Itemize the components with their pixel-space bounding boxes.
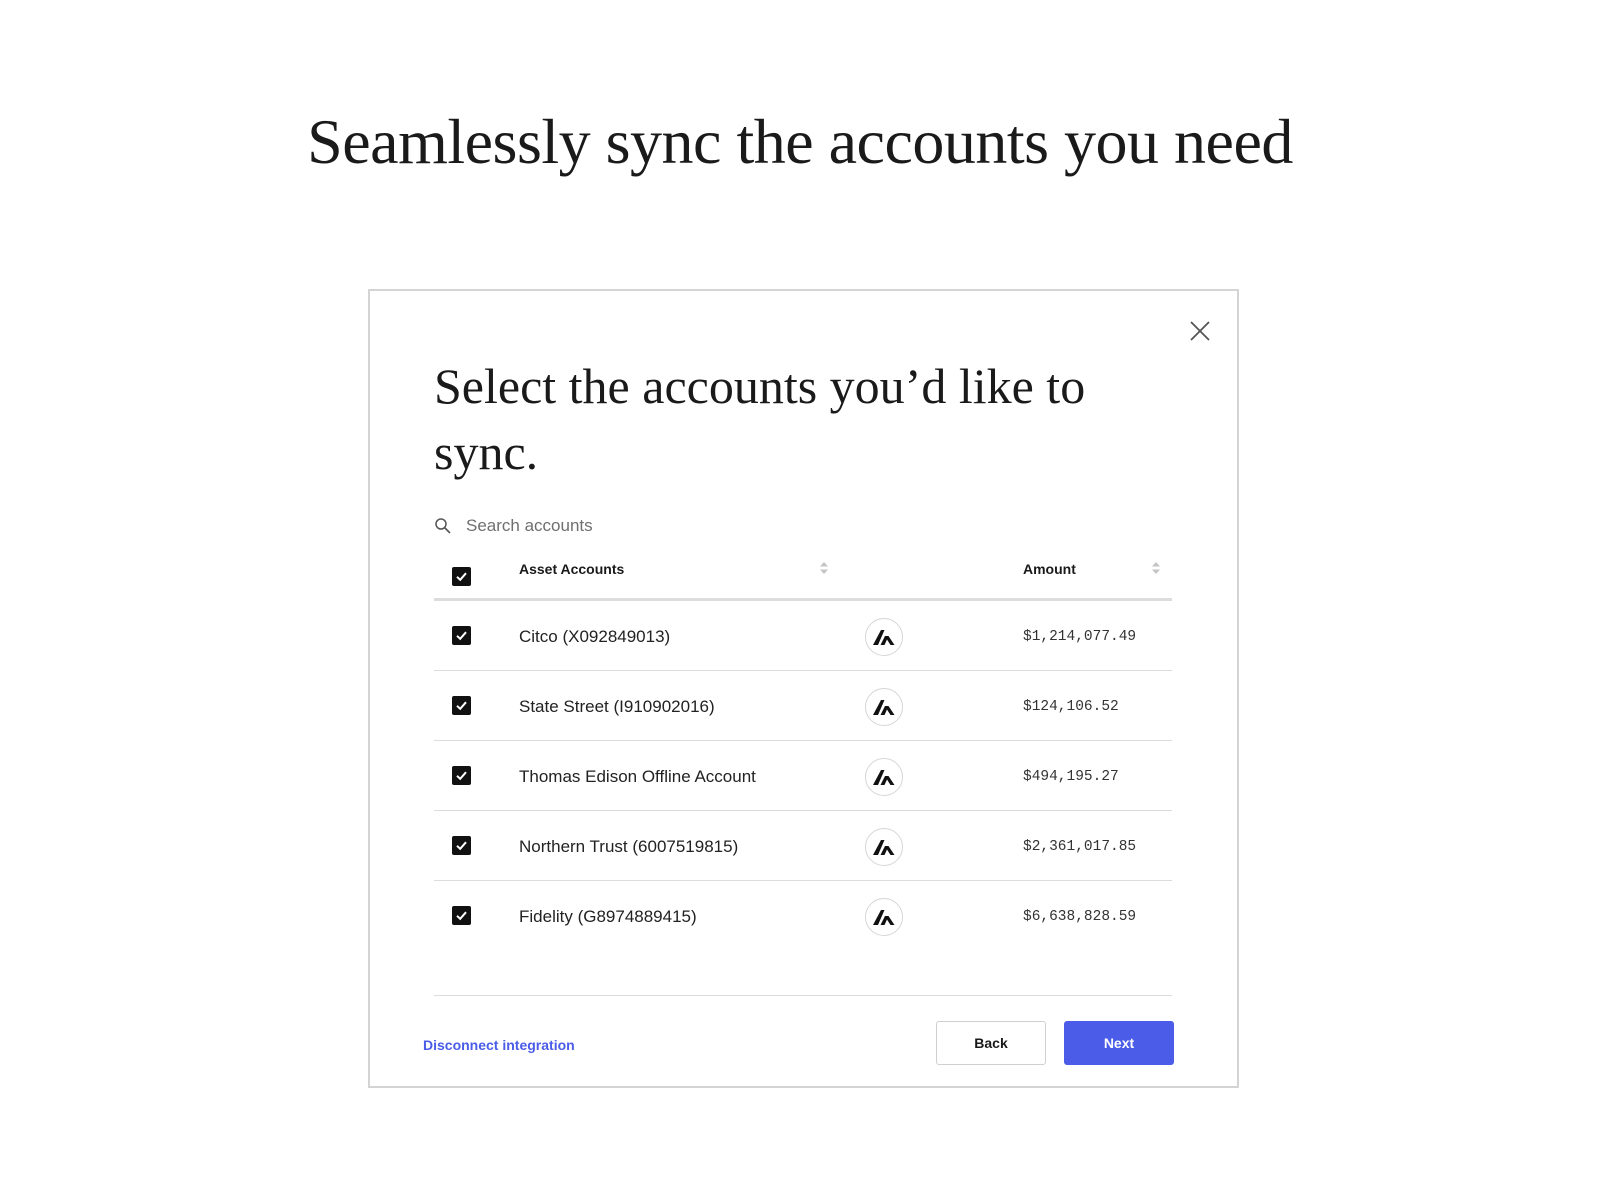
account-name: Northern Trust (6007519815) (519, 837, 739, 856)
table-body: Citco (X092849013) $1,214,077.49 State S… (434, 601, 1172, 951)
account-name: State Street (I910902016) (519, 697, 715, 716)
row-checkbox[interactable] (452, 696, 471, 715)
table-row[interactable]: Citco (X092849013) $1,214,077.49 (434, 601, 1172, 671)
account-amount: $1,214,077.49 (1023, 629, 1137, 645)
close-icon[interactable] (1188, 319, 1212, 343)
page-headline: Seamlessly sync the accounts you need (307, 106, 1293, 177)
account-name: Fidelity (G8974889415) (519, 907, 697, 926)
checkmark-icon (456, 911, 467, 921)
disconnect-integration-link[interactable]: Disconnect integration (423, 1037, 575, 1053)
table-row[interactable]: Fidelity (G8974889415) $6,638,828.59 (434, 881, 1172, 951)
row-checkbox[interactable] (452, 906, 471, 925)
column-header-asset-accounts[interactable]: Asset Accounts (519, 561, 624, 577)
account-amount: $2,361,017.85 (1023, 839, 1137, 855)
row-checkbox[interactable] (452, 836, 471, 855)
back-button[interactable]: Back (936, 1021, 1046, 1065)
checkmark-icon (456, 701, 467, 711)
search-icon (434, 517, 452, 535)
account-amount: $494,195.27 (1023, 769, 1119, 785)
sort-icon[interactable] (1151, 560, 1161, 576)
footer-divider (434, 995, 1172, 996)
account-amount: $124,106.52 (1023, 699, 1119, 715)
table-row[interactable]: Northern Trust (6007519815) $2,361,017.8… (434, 811, 1172, 881)
accounts-table: Asset Accounts Amount Citco (X092849013)… (434, 551, 1172, 951)
integration-logo-icon (865, 688, 903, 726)
table-row[interactable]: Thomas Edison Offline Account $494,195.2… (434, 741, 1172, 811)
checkmark-icon (456, 841, 467, 851)
search-bar (434, 511, 854, 541)
integration-logo-icon (865, 758, 903, 796)
account-name: Citco (X092849013) (519, 627, 671, 646)
table-header: Asset Accounts Amount (434, 551, 1172, 601)
row-checkbox[interactable] (452, 766, 471, 785)
sort-icon[interactable] (819, 560, 829, 576)
integration-logo-icon (865, 618, 903, 656)
integration-logo-icon (865, 828, 903, 866)
integration-logo-icon (865, 898, 903, 936)
checkmark-icon (456, 572, 467, 582)
select-all-checkbox[interactable] (452, 567, 471, 586)
search-input[interactable] (466, 516, 826, 536)
next-button[interactable]: Next (1064, 1021, 1174, 1065)
account-name: Thomas Edison Offline Account (519, 767, 756, 786)
account-amount: $6,638,828.59 (1023, 909, 1137, 925)
modal-title: Select the accounts you’d like to sync. (434, 358, 1086, 480)
checkmark-icon (456, 631, 467, 641)
table-row[interactable]: State Street (I910902016) $124,106.52 (434, 671, 1172, 741)
column-header-amount[interactable]: Amount (1023, 561, 1076, 577)
sync-accounts-modal: Select the accounts you’d like to sync. … (368, 289, 1239, 1088)
row-checkbox[interactable] (452, 626, 471, 645)
checkmark-icon (456, 771, 467, 781)
